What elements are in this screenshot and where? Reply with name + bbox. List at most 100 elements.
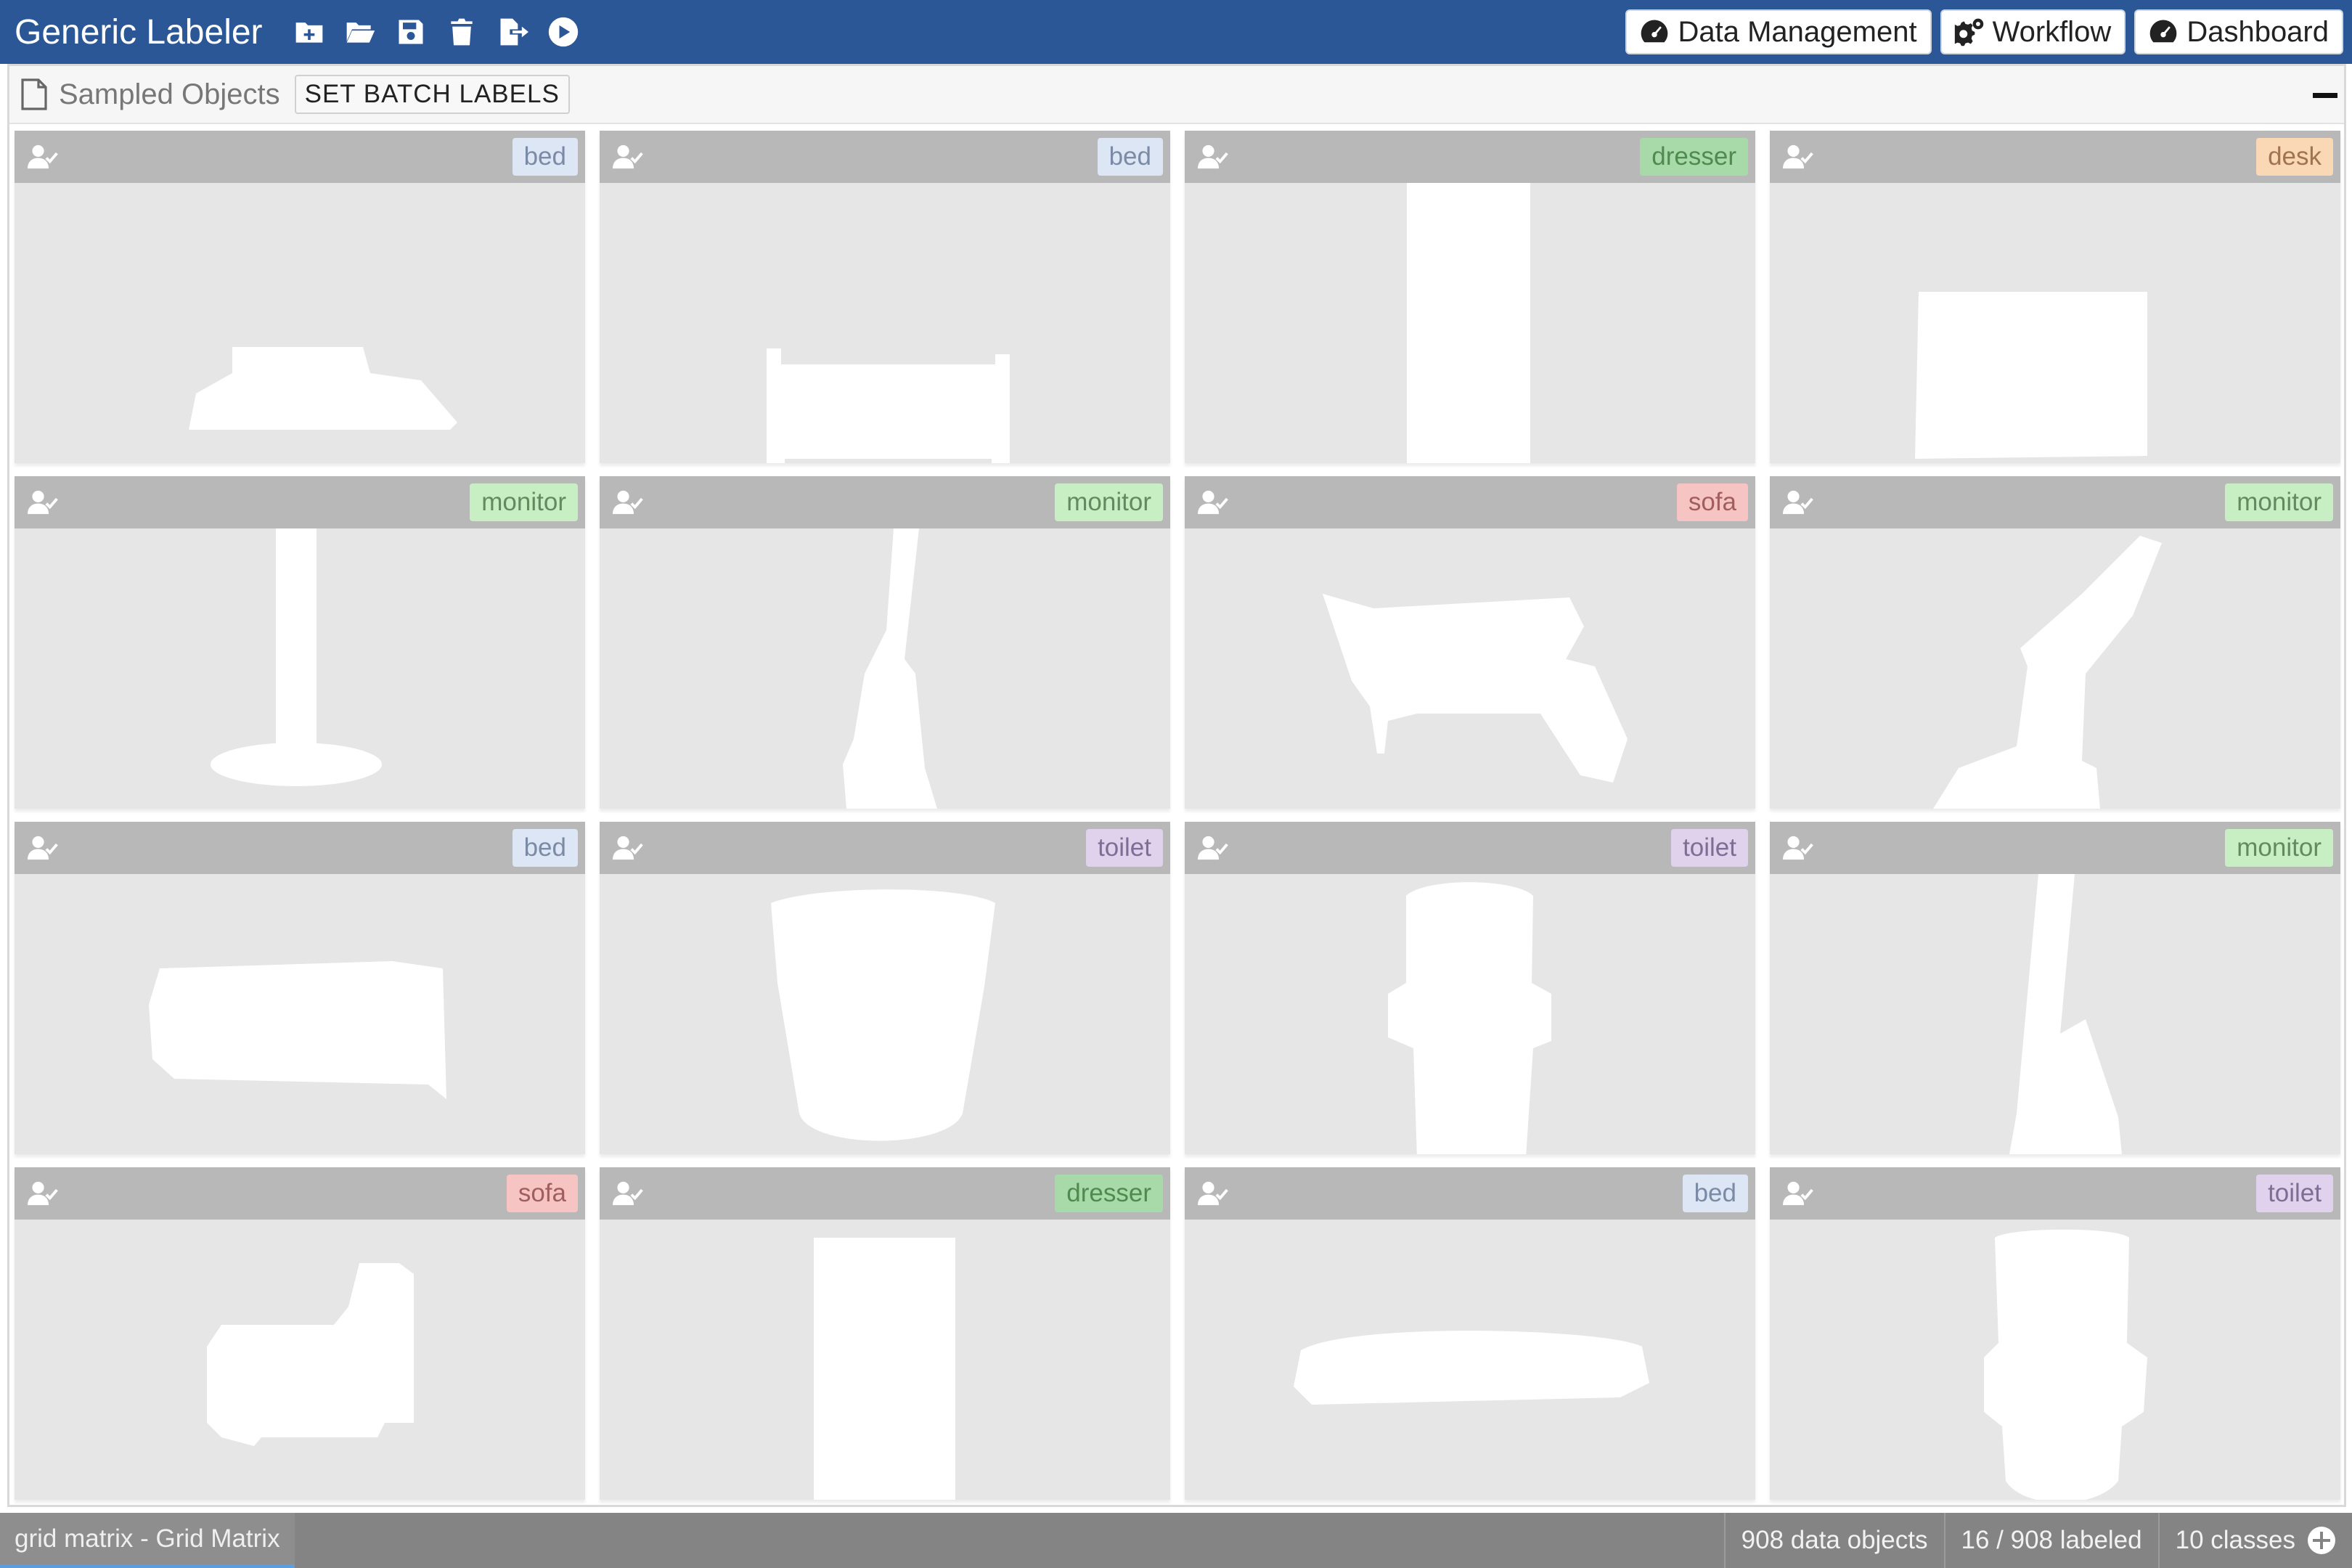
user-check-icon[interactable] bbox=[613, 489, 643, 515]
class-label-badge[interactable]: toilet bbox=[1086, 829, 1163, 867]
play-icon bbox=[548, 17, 578, 47]
point-cloud-thumbnail bbox=[1984, 1229, 2147, 1500]
classes-label: 10 classes bbox=[2175, 1526, 2295, 1554]
object-cell[interactable]: bed bbox=[15, 822, 585, 1154]
user-check-icon[interactable] bbox=[613, 835, 643, 861]
save-button[interactable] bbox=[391, 9, 431, 55]
class-label-badge[interactable]: toilet bbox=[1671, 829, 1748, 867]
class-label-badge[interactable]: monitor bbox=[2225, 829, 2333, 867]
set-batch-labels-button[interactable]: SET BATCH LABELS bbox=[294, 75, 570, 114]
cell-header bbox=[600, 822, 1170, 874]
point-cloud-thumbnail bbox=[1323, 594, 1628, 783]
object-cell[interactable]: bed bbox=[600, 131, 1170, 463]
user-check-icon[interactable] bbox=[28, 835, 58, 861]
object-cell[interactable]: toilet bbox=[1185, 822, 1755, 1154]
class-label-badge[interactable]: bed bbox=[512, 138, 578, 176]
user-check-icon[interactable] bbox=[28, 489, 58, 515]
delete-icon bbox=[450, 18, 473, 46]
cell-header bbox=[15, 131, 585, 183]
object-cell[interactable]: sofa bbox=[15, 1167, 585, 1500]
dashboard-gauge-icon bbox=[2149, 20, 2177, 43]
data-management-button[interactable]: Data Management bbox=[1625, 9, 1932, 54]
gears-icon bbox=[1954, 18, 1983, 46]
class-label-badge[interactable]: toilet bbox=[2256, 1175, 2333, 1212]
class-label-badge[interactable]: bed bbox=[1682, 1175, 1748, 1212]
point-cloud-thumbnail bbox=[814, 1238, 955, 1500]
user-check-icon[interactable] bbox=[28, 144, 58, 170]
sampled-objects-panel: Sampled Objects SET BATCH LABELS bed bed d… bbox=[7, 64, 2346, 1507]
class-label-badge[interactable]: monitor bbox=[470, 483, 578, 521]
point-cloud-thumbnail bbox=[767, 348, 1010, 463]
delete-button[interactable] bbox=[441, 9, 482, 55]
object-cell[interactable]: bed bbox=[1185, 1167, 1755, 1500]
cell-header bbox=[15, 822, 585, 874]
class-label-badge[interactable]: sofa bbox=[1676, 483, 1748, 521]
status-bar: grid matrix - Grid Matrix 908 data objec… bbox=[0, 1513, 2352, 1568]
new-file-icon bbox=[295, 23, 322, 43]
user-check-icon[interactable] bbox=[1783, 1180, 1813, 1206]
object-cell[interactable]: dresser bbox=[600, 1167, 1170, 1500]
user-check-icon[interactable] bbox=[1783, 489, 1813, 515]
object-cell[interactable]: bed bbox=[15, 131, 585, 463]
run-button[interactable] bbox=[543, 9, 584, 55]
view-tab-grid-matrix[interactable]: grid matrix - Grid Matrix bbox=[0, 1513, 295, 1568]
user-check-icon[interactable] bbox=[613, 1180, 643, 1206]
export-icon bbox=[500, 18, 528, 46]
class-label-badge[interactable]: monitor bbox=[1055, 483, 1163, 521]
cell-header bbox=[1770, 131, 2340, 183]
new-file-button[interactable] bbox=[289, 9, 330, 55]
class-label-badge[interactable]: bed bbox=[1097, 138, 1163, 176]
object-cell[interactable]: toilet bbox=[1770, 1167, 2340, 1500]
cell-header bbox=[1185, 1167, 1755, 1220]
user-check-icon[interactable] bbox=[28, 1180, 58, 1206]
class-label-badge[interactable]: bed bbox=[512, 829, 578, 867]
object-grid: bed bed dresser desk monitor monitor sofa monit… bbox=[15, 131, 2340, 1501]
object-cell[interactable]: toilet bbox=[600, 822, 1170, 1154]
point-cloud-thumbnail bbox=[2009, 874, 2122, 1154]
save-icon bbox=[399, 20, 423, 44]
add-class-icon[interactable] bbox=[2307, 1526, 2336, 1555]
object-cell[interactable]: monitor bbox=[15, 476, 585, 809]
object-cell[interactable]: monitor bbox=[1770, 476, 2340, 809]
point-cloud-thumbnail bbox=[1388, 882, 1551, 1154]
point-cloud-thumbnail bbox=[1294, 1331, 1649, 1405]
user-check-icon[interactable] bbox=[1198, 835, 1228, 861]
cell-header bbox=[1185, 476, 1755, 528]
class-label-badge[interactable]: sofa bbox=[506, 1175, 578, 1212]
class-label-badge[interactable]: desk bbox=[2256, 138, 2333, 176]
user-check-icon[interactable] bbox=[1198, 1180, 1228, 1206]
user-check-icon[interactable] bbox=[1783, 144, 1813, 170]
object-cell[interactable]: sofa bbox=[1185, 476, 1755, 809]
minimize-panel-button[interactable] bbox=[2311, 81, 2340, 110]
class-label-badge[interactable]: dresser bbox=[1640, 138, 1748, 176]
cell-header bbox=[600, 131, 1170, 183]
class-label-badge[interactable]: dresser bbox=[1055, 1175, 1163, 1212]
object-cell[interactable]: monitor bbox=[600, 476, 1170, 809]
user-check-icon[interactable] bbox=[1783, 835, 1813, 861]
user-check-icon[interactable] bbox=[1198, 489, 1228, 515]
document-icon bbox=[20, 78, 49, 110]
cell-header bbox=[1185, 822, 1755, 874]
point-cloud-thumbnail bbox=[1915, 292, 2147, 459]
data-objects-count: 908 data objects bbox=[1723, 1513, 1944, 1568]
minus-icon bbox=[2313, 92, 2337, 98]
user-check-icon[interactable] bbox=[1198, 144, 1228, 170]
point-cloud-thumbnail bbox=[1933, 536, 2162, 809]
dashboard-button[interactable]: Dashboard bbox=[2134, 9, 2343, 54]
object-cell[interactable]: monitor bbox=[1770, 822, 2340, 1154]
panel-title: Sampled Objects bbox=[59, 78, 280, 110]
object-cell[interactable]: desk bbox=[1770, 131, 2340, 463]
cell-header bbox=[1770, 1167, 2340, 1220]
open-folder-icon bbox=[346, 23, 375, 43]
open-folder-button[interactable] bbox=[340, 9, 380, 55]
point-cloud-thumbnail bbox=[149, 961, 446, 1099]
object-cell[interactable]: dresser bbox=[1185, 131, 1755, 463]
workflow-button[interactable]: Workflow bbox=[1940, 9, 2126, 54]
user-check-icon[interactable] bbox=[613, 144, 643, 170]
point-cloud-thumbnail bbox=[207, 1263, 414, 1446]
labeled-count: 16 / 908 labeled bbox=[1943, 1513, 2158, 1568]
point-cloud-thumbnail bbox=[189, 347, 457, 430]
workflow-label: Workflow bbox=[1992, 15, 2112, 48]
class-label-badge[interactable]: monitor bbox=[2225, 483, 2333, 521]
export-button[interactable] bbox=[492, 9, 533, 55]
